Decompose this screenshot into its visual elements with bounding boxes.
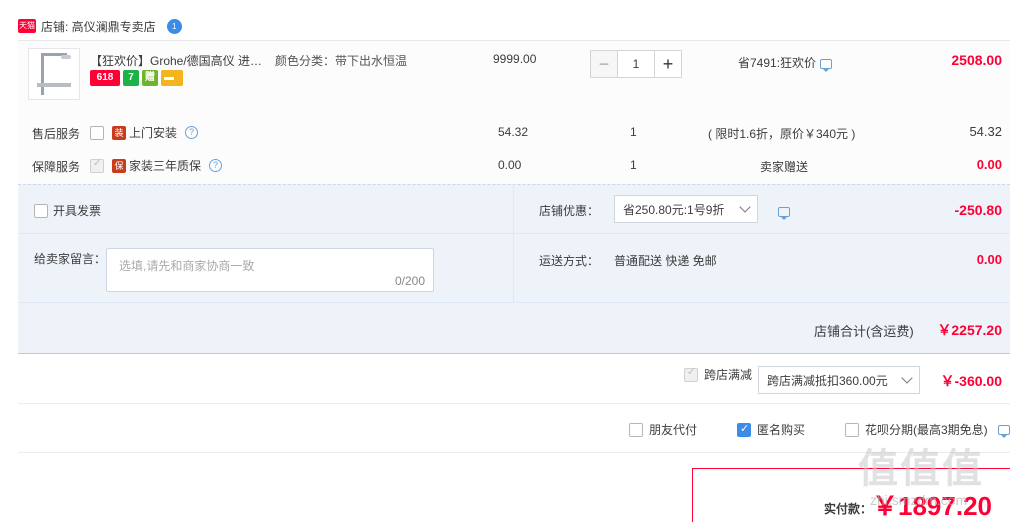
guarantee-checkbox xyxy=(90,158,104,173)
unit-price: 9999.00 xyxy=(493,52,537,66)
chevron-down-icon xyxy=(739,201,751,213)
cross-store-amount: ￥-360.00 xyxy=(940,373,1002,389)
store-header: 天猫 店铺: 高仪澜鼎专卖店 1 xyxy=(18,16,182,36)
anonymous-checkbox[interactable] xyxy=(737,422,751,437)
service-label-guarantee: 保障服务 xyxy=(32,160,81,174)
item-subtotal: 2508.00 xyxy=(951,52,1002,68)
divider xyxy=(18,403,1010,404)
tmall-logo-icon: 天猫 xyxy=(18,19,36,33)
panel-divider xyxy=(18,233,1010,234)
help-icon[interactable]: ? xyxy=(209,159,223,172)
product-sku: 颜色分类：带下出水恒温 xyxy=(275,54,408,68)
install-icon: 装 xyxy=(112,125,126,140)
service-label-aftersale: 售后服务 xyxy=(32,127,81,141)
invoice-label: 开具发票 xyxy=(53,204,102,218)
install-price: 54.32 xyxy=(498,125,529,139)
huabei-info-icon[interactable] xyxy=(997,424,1010,438)
install-checkbox[interactable] xyxy=(90,125,104,140)
guarantee-icon: 保 xyxy=(112,158,126,173)
wangwang-chat-icon[interactable]: 1 xyxy=(166,18,182,34)
guarantee-subtotal: 0.00 xyxy=(976,157,1002,172)
store-name-link[interactable]: 店铺: 高仪澜鼎专卖店 xyxy=(41,18,156,35)
message-placeholder: 选填,请先和商家协商一致 xyxy=(119,259,255,273)
service-install: 装 上门安装 ? xyxy=(90,124,199,141)
cross-store-discount: 跨店满减 xyxy=(684,366,752,383)
discount-detail-icon[interactable] xyxy=(778,206,790,220)
panel-divider xyxy=(513,184,514,302)
badge-credit-card-icon: ▬ xyxy=(161,70,183,86)
chevron-down-icon xyxy=(901,372,913,384)
message-char-count: 0/200 xyxy=(394,274,425,288)
invoice-option[interactable]: 开具发票 xyxy=(34,202,101,219)
anonymous-option[interactable]: 匿名购买 xyxy=(737,421,805,438)
panel-divider xyxy=(18,302,1010,303)
quantity-increase-button[interactable]: + xyxy=(654,50,682,78)
store-total-label: 店铺合计(含运费) xyxy=(814,324,914,339)
store-discount-label: 店铺优惠： xyxy=(539,204,600,218)
huabei-checkbox[interactable] xyxy=(845,422,859,437)
friend-pay-option[interactable]: 朋友代付 xyxy=(629,421,697,438)
payment-label: 实付款： xyxy=(824,502,873,516)
badge-gift-icon: 赠 xyxy=(142,70,158,86)
badge-618-icon: 618 xyxy=(90,70,120,86)
help-icon[interactable]: ? xyxy=(185,126,199,139)
quantity-decrease-button[interactable]: − xyxy=(590,50,618,78)
guarantee-note: 卖家赠送 xyxy=(760,160,809,174)
friend-pay-label: 朋友代付 xyxy=(649,423,698,437)
promo-detail-icon[interactable] xyxy=(820,58,833,72)
service-guarantee: 保 家装三年质保 ? xyxy=(90,157,223,174)
cross-store-label: 跨店满减 xyxy=(704,368,753,382)
watermark-url: zhi.smzdm.com xyxy=(870,492,968,508)
message-textarea[interactable]: 选填,请先和商家协商一致 0/200 xyxy=(106,248,434,292)
shipping-method: 普通配送 快递 免邮 xyxy=(614,254,717,268)
store-discount-value-text: 省250.80元:1号9折 xyxy=(623,202,725,217)
shipping-fee: 0.00 xyxy=(976,252,1002,267)
message-label: 给卖家留言： xyxy=(34,252,107,266)
promo-info: 省7491:狂欢价 xyxy=(738,54,833,72)
store-discount-amount: -250.80 xyxy=(954,202,1002,218)
cross-store-select[interactable]: 跨店满减抵扣360.00元 xyxy=(758,366,920,394)
product-badges: 618 7 赠 ▬ xyxy=(90,70,183,86)
store-discount-select[interactable]: 省250.80元:1号9折 xyxy=(614,195,758,223)
install-note: ( 限时1.6折，原价￥340元 ) xyxy=(708,127,856,141)
badge-7day-return-icon: 7 xyxy=(123,70,139,86)
guarantee-qty: 1 xyxy=(630,158,637,172)
install-name: 上门安装 xyxy=(129,126,178,140)
install-subtotal: 54.32 xyxy=(969,124,1002,139)
friend-pay-checkbox[interactable] xyxy=(629,422,643,437)
watermark: 值值值 xyxy=(858,447,984,491)
guarantee-name: 家装三年质保 xyxy=(129,159,202,173)
quantity-stepper: − 1 + xyxy=(590,50,682,78)
guarantee-price: 0.00 xyxy=(498,158,522,172)
cross-store-select-text: 跨店满减抵扣360.00元 xyxy=(767,373,888,388)
store-total-value: ￥2257.20 xyxy=(937,322,1002,338)
cross-store-checkbox xyxy=(684,367,698,382)
invoice-checkbox[interactable] xyxy=(34,203,48,218)
shipping-label: 运送方式： xyxy=(539,254,600,268)
quantity-input[interactable]: 1 xyxy=(618,50,654,78)
anonymous-label: 匿名购买 xyxy=(757,423,806,437)
product-thumbnail[interactable] xyxy=(28,48,80,100)
install-qty: 1 xyxy=(630,125,637,139)
promo-text: 省7491:狂欢价 xyxy=(738,56,817,70)
product-title-link[interactable]: 【狂欢价】Grohe/德国高仪 进口淋浴花洒 xyxy=(90,52,265,69)
